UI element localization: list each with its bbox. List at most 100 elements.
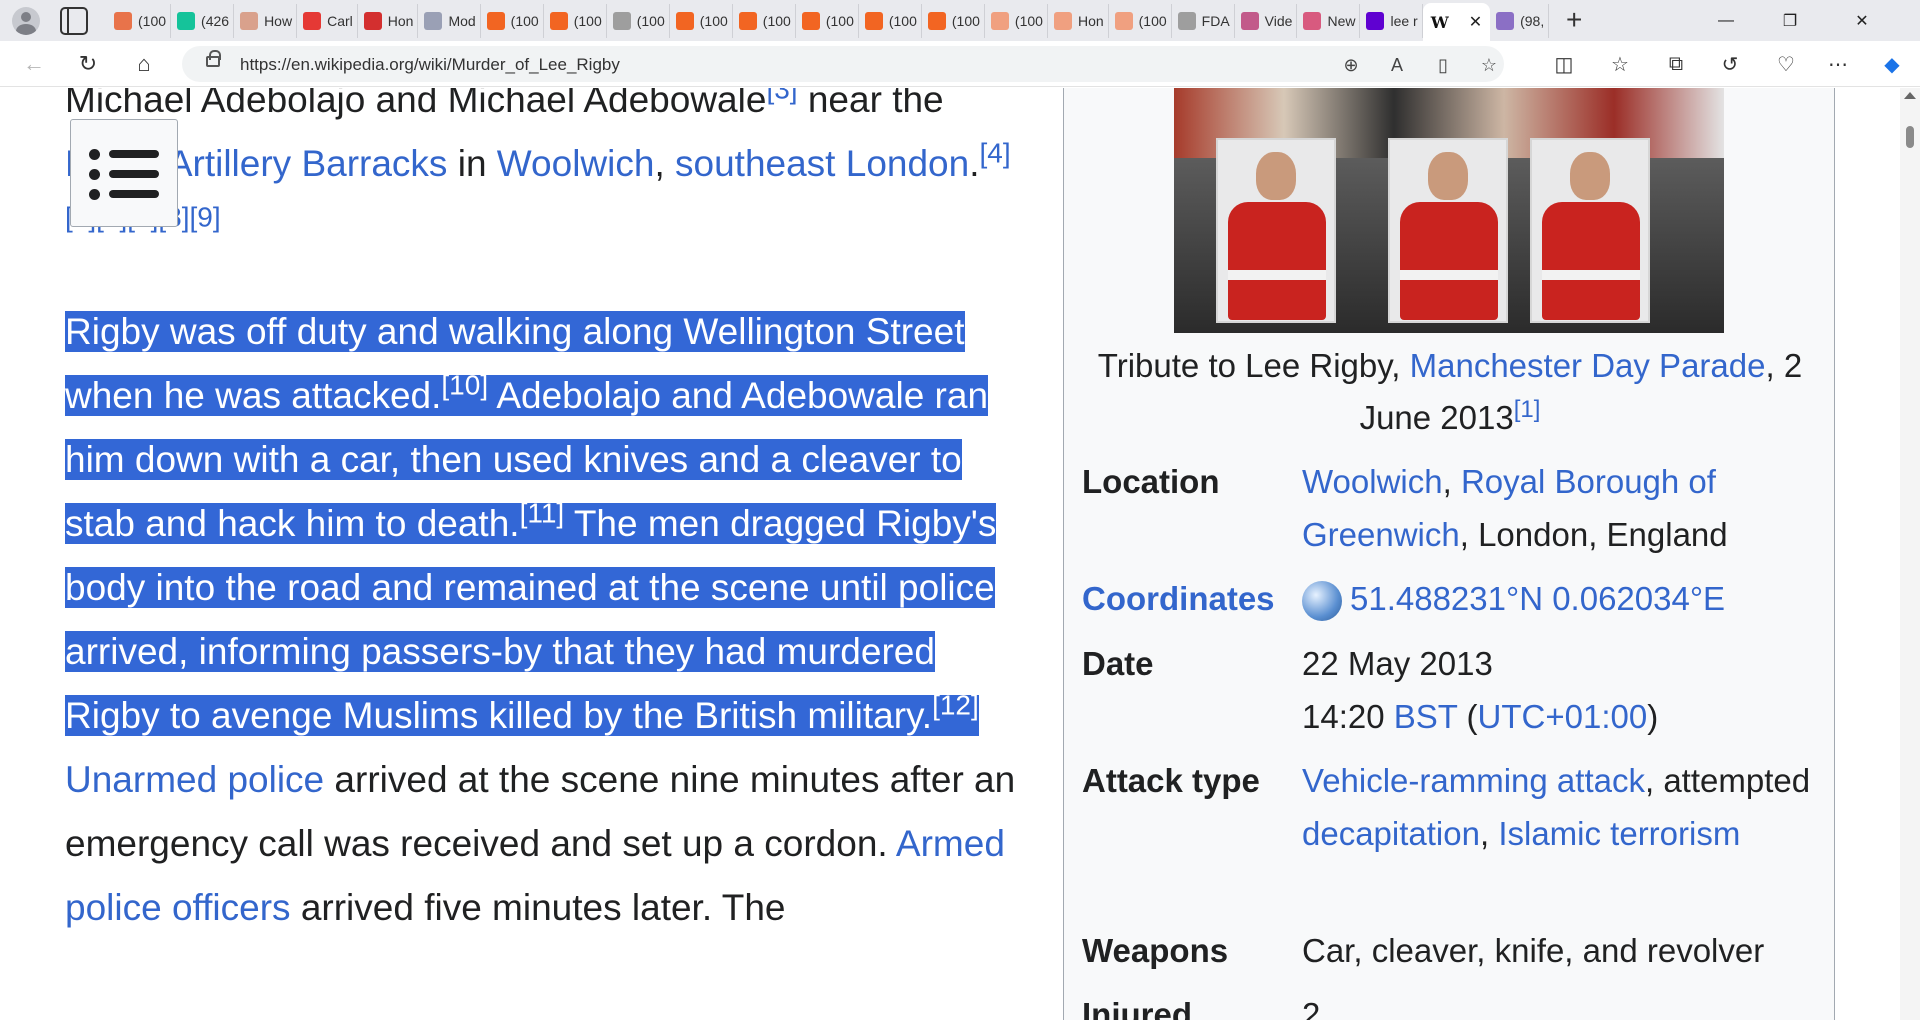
browser-tab[interactable]: Carl: [297, 3, 358, 38]
browser-tab[interactable]: (100: [607, 3, 670, 38]
tab-title: (100: [825, 12, 854, 29]
tab-title: (100: [762, 12, 791, 29]
browser-tab[interactable]: (100: [1109, 3, 1172, 38]
url-field[interactable]: https://en.wikipedia.org/wiki/Murder_of_…: [182, 46, 1504, 82]
favorites-icon[interactable]: ☆: [1604, 49, 1636, 79]
scrollbar-thumb[interactable]: [1906, 126, 1914, 148]
immersive-reader-icon[interactable]: ▯: [1430, 53, 1456, 77]
close-window-button[interactable]: ✕: [1834, 0, 1890, 41]
article-paragraph: Rigby was off duty and walking along Wel…: [65, 300, 1025, 940]
split-screen-icon[interactable]: ◫: [1548, 49, 1580, 79]
more-menu-icon[interactable]: ⋯: [1822, 49, 1854, 79]
browser-tab[interactable]: (100: [796, 3, 859, 38]
browser-tab[interactable]: (100: [922, 3, 985, 38]
text: arrived five minutes later. The: [290, 887, 786, 928]
wikipedia-icon: W: [1430, 12, 1449, 32]
browser-tab[interactable]: Mod: [418, 3, 481, 38]
coordinates-link[interactable]: Coordinates: [1082, 572, 1292, 625]
tab-title: (100: [699, 12, 728, 29]
reference-11[interactable]: [11]: [520, 498, 565, 529]
favorite-star-icon[interactable]: ☆: [1476, 53, 1502, 77]
tab-title: Hon: [1077, 12, 1104, 29]
text: .: [969, 143, 980, 184]
link-vehicle-ramming-attack[interactable]: Vehicle-ramming attack: [1302, 762, 1645, 799]
photo-caption: Tribute to Lee Rigby, Manchester Day Par…: [1097, 347, 1803, 436]
tab-title: FDA: [1201, 12, 1230, 29]
home-button[interactable]: ⌂: [128, 49, 160, 79]
tab-list: (100 (426 How Carl Hon Mod (100 (100 (100 (100 (10…: [108, 0, 1550, 41]
read-aloud-icon[interactable]: A: [1384, 53, 1410, 77]
orange-bookmark-icon: [801, 11, 820, 30]
browser-tab[interactable]: New: [1297, 3, 1361, 38]
browser-tab[interactable]: (98,: [1490, 3, 1550, 38]
selected-text: Rigby was off duty and walking along Wel…: [65, 311, 997, 736]
tab-title: lee r: [1390, 12, 1418, 29]
orange-bookmark-icon: [1053, 11, 1072, 30]
link-southeast-london[interactable]: southeast London: [675, 143, 969, 184]
tab-title: (100: [951, 12, 980, 29]
tab-title: (100: [636, 12, 665, 29]
browser-tab[interactable]: Hon: [1048, 3, 1109, 38]
collections-icon[interactable]: ⧉: [1660, 49, 1692, 79]
browser-tab[interactable]: (100: [670, 3, 733, 38]
reference-link[interactable]: [3]: [766, 88, 797, 105]
link-bst[interactable]: BST: [1394, 698, 1458, 735]
orange-bookmark-icon: [114, 11, 132, 30]
reference-3[interactable]: [3]: [766, 88, 797, 105]
reference-10[interactable]: [10]: [441, 370, 488, 401]
link-woolwich[interactable]: Woolwich: [1302, 463, 1443, 500]
lock-icon[interactable]: [206, 50, 221, 67]
reference-12[interactable]: [12]: [932, 690, 979, 721]
browser-tab[interactable]: W ✕: [1422, 3, 1491, 41]
browser-tab[interactable]: Hon: [358, 3, 419, 38]
tab-actions-button[interactable]: [60, 6, 88, 35]
browser-tab[interactable]: lee r: [1360, 3, 1423, 38]
text: ,: [654, 143, 676, 184]
orange-bookmark-icon: [927, 11, 946, 30]
new-tab-button[interactable]: +: [1559, 5, 1589, 36]
profile-avatar[interactable]: [12, 6, 40, 35]
browser-tab[interactable]: How: [234, 3, 298, 38]
browser-tab[interactable]: (100: [985, 3, 1048, 38]
link-woolwich[interactable]: Woolwich: [497, 143, 655, 184]
tribute-photo[interactable]: [1174, 88, 1724, 333]
reference-1[interactable]: [1]: [1514, 396, 1541, 423]
history-icon[interactable]: ↺: [1714, 49, 1746, 79]
orange-bookmark-icon: [864, 11, 883, 30]
link-unarmed-police[interactable]: Unarmed police: [65, 759, 324, 800]
browser-tab[interactable]: (100: [481, 3, 544, 38]
coordinates-value[interactable]: 51.488231°N 0.062034°E: [1350, 580, 1725, 617]
link-utc[interactable]: UTC+01:00: [1478, 698, 1648, 735]
link-decapitation[interactable]: decapitation: [1302, 815, 1480, 852]
scroll-up-arrow[interactable]: [1904, 92, 1916, 99]
performance-icon[interactable]: ♡: [1770, 49, 1802, 79]
tab-title: Vide: [1264, 12, 1293, 29]
minimize-button[interactable]: —: [1698, 0, 1754, 41]
browser-tab[interactable]: (100: [544, 3, 607, 38]
browser-tab[interactable]: Vide: [1235, 3, 1298, 38]
browser-tab[interactable]: (100: [108, 3, 172, 38]
url-text[interactable]: https://en.wikipedia.org/wiki/Murder_of_…: [240, 55, 620, 75]
page-content: Michael Adebolajo and Michael Adebowale[…: [0, 88, 1900, 1020]
tab-title: Hon: [387, 12, 414, 29]
restore-button[interactable]: ❐: [1762, 0, 1818, 41]
poster: [1388, 138, 1508, 323]
close-tab-icon[interactable]: ✕: [1469, 12, 1482, 32]
browser-tab[interactable]: (100: [733, 3, 796, 38]
copilot-icon[interactable]: ◆: [1876, 49, 1908, 79]
globe-icon[interactable]: [1302, 581, 1342, 622]
link-manchester-day-parade[interactable]: Manchester Day Parade: [1410, 347, 1766, 384]
tab-title: New: [1327, 12, 1356, 29]
page-scrollbar[interactable]: [1900, 88, 1920, 1020]
table-of-contents-button[interactable]: [70, 119, 178, 227]
back-button[interactable]: ←: [18, 49, 50, 79]
address-bar: ← ↻ ⌂ https://en.wikipedia.org/wiki/Murd…: [0, 41, 1920, 87]
refresh-button[interactable]: ↻: [72, 49, 104, 79]
document-icon: [612, 11, 631, 30]
link-islamic-terrorism[interactable]: Islamic terrorism: [1498, 815, 1740, 852]
browser-tab[interactable]: (426: [171, 3, 235, 38]
zoom-icon[interactable]: ⊕: [1338, 53, 1364, 77]
orange-bookmark-icon: [1114, 11, 1133, 30]
browser-tab[interactable]: FDA: [1172, 3, 1235, 38]
browser-tab[interactable]: (100: [859, 3, 922, 38]
